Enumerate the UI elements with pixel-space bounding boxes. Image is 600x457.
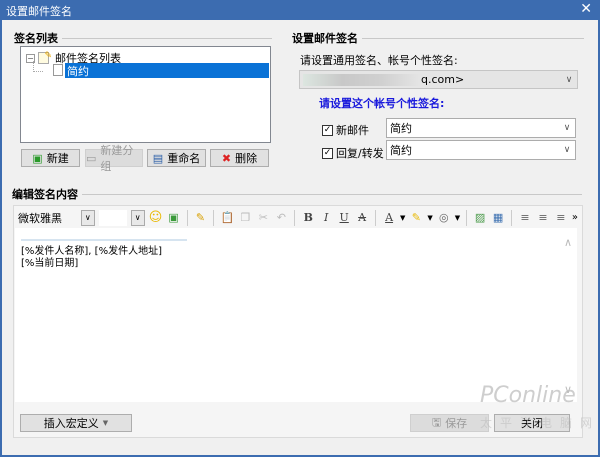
align-right-icon[interactable]: ≡ bbox=[554, 211, 568, 225]
delete-button[interactable]: ✖ 删除 bbox=[210, 149, 269, 167]
italic-icon[interactable]: I bbox=[319, 211, 333, 225]
new-button[interactable]: ▣ 新建 bbox=[21, 149, 80, 167]
highlight-icon[interactable]: ✎ bbox=[409, 211, 423, 225]
checkbox-checked-icon[interactable]: ✓ bbox=[322, 147, 333, 159]
link-icon[interactable]: ◎ bbox=[437, 211, 451, 225]
table-icon[interactable]: ▦ bbox=[491, 211, 505, 225]
editor-toolbar: 微软雅黑 ∨ ∨ ☺ ▣ ✎ 📋 ❐ ✂ ↶ B I U A A ▼ ✎ ▼ ◎ ▼ … bbox=[15, 208, 578, 227]
signature-list-group: 签名列表 bbox=[14, 30, 272, 46]
format-brush-icon[interactable]: ✎ bbox=[194, 211, 208, 225]
chevron-down-icon: ∨ bbox=[565, 74, 573, 85]
editor-content: [%发件人名称], [%发件人地址] [%当前日期] bbox=[21, 246, 162, 269]
delete-icon: ✖ bbox=[221, 151, 232, 165]
save-button[interactable]: 🖫 保存 bbox=[410, 414, 489, 432]
watermark-text: 太平洋电脑网 bbox=[480, 416, 600, 430]
reply-forward-checkbox[interactable]: ✓ 回复/转发 bbox=[322, 145, 384, 161]
rename-icon: ▤ bbox=[152, 151, 164, 165]
tree-line bbox=[33, 61, 43, 72]
new-group-button[interactable]: ▭ 新建分组 bbox=[85, 144, 143, 173]
tree-item-selected[interactable]: 简约 bbox=[65, 63, 269, 78]
more-tools-icon[interactable]: » bbox=[572, 212, 578, 223]
close-icon[interactable]: ✕ bbox=[580, 1, 592, 17]
watermark-logo: PConline bbox=[480, 383, 576, 408]
font-dropdown-icon[interactable]: ∨ bbox=[80, 209, 95, 226]
checkbox-checked-icon[interactable]: ✓ bbox=[322, 124, 333, 136]
chevron-down-icon: ∨ bbox=[563, 123, 571, 133]
new-icon: ▣ bbox=[32, 151, 43, 165]
cut-icon[interactable]: ✂ bbox=[256, 211, 270, 225]
document-icon bbox=[53, 64, 63, 76]
strikethrough-icon[interactable]: A bbox=[355, 211, 369, 225]
font-color-icon[interactable]: A bbox=[382, 211, 396, 225]
image-insert-icon[interactable]: ▣ bbox=[167, 211, 181, 225]
signature-editor[interactable]: [%发件人名称], [%发件人地址] [%当前日期] ∧ ∨ bbox=[15, 228, 577, 402]
align-center-icon[interactable]: ≡ bbox=[536, 211, 550, 225]
prompt-label: 请设置通用签名、帐号个性签名: bbox=[300, 54, 458, 67]
rename-button[interactable]: ▤ 重命名 bbox=[147, 149, 206, 167]
insert-macro-button[interactable]: 插入宏定义 ▼ bbox=[20, 414, 132, 432]
signature-tree[interactable]: − ✎ 邮件签名列表 简约 bbox=[20, 46, 271, 143]
divider-line bbox=[21, 239, 187, 241]
blurred-account bbox=[303, 73, 421, 86]
font-select[interactable]: 微软雅黑 bbox=[15, 210, 77, 226]
window-title: 设置邮件签名 bbox=[6, 5, 72, 18]
emoji-icon[interactable]: ☺ bbox=[149, 210, 163, 225]
underline-icon[interactable]: U bbox=[337, 211, 351, 225]
new-mail-signature-select[interactable]: 简约 ∨ bbox=[386, 118, 576, 138]
scroll-up-icon[interactable]: ∧ bbox=[564, 236, 572, 249]
reply-signature-select[interactable]: 简约 ∨ bbox=[386, 140, 576, 160]
set-signature-group: 设置邮件签名 bbox=[292, 30, 584, 46]
bold-icon[interactable]: B bbox=[301, 211, 315, 225]
undo-icon[interactable]: ↶ bbox=[274, 211, 288, 225]
size-select[interactable] bbox=[98, 209, 127, 226]
edit-signature-group: 编辑签名内容 bbox=[12, 186, 582, 202]
group-label: 签名列表 bbox=[14, 32, 58, 45]
chevron-down-icon: ∨ bbox=[563, 145, 571, 155]
save-icon: 🖫 bbox=[431, 415, 442, 429]
copy-icon[interactable]: ❐ bbox=[238, 211, 252, 225]
folder-icon: ▭ bbox=[86, 151, 97, 165]
picture-icon[interactable]: ▨ bbox=[473, 211, 487, 225]
account-prompt: 请设置这个帐号个性签名: bbox=[319, 97, 445, 110]
size-dropdown-icon[interactable]: ∨ bbox=[130, 209, 145, 226]
align-left-icon[interactable]: ≡ bbox=[518, 211, 532, 225]
paste-icon[interactable]: 📋 bbox=[220, 211, 235, 225]
account-select[interactable]: q.com> ∨ bbox=[299, 70, 578, 89]
new-mail-checkbox[interactable]: ✓ 新邮件 bbox=[322, 122, 369, 138]
title-bar: 设置邮件签名 ✕ bbox=[0, 0, 600, 20]
